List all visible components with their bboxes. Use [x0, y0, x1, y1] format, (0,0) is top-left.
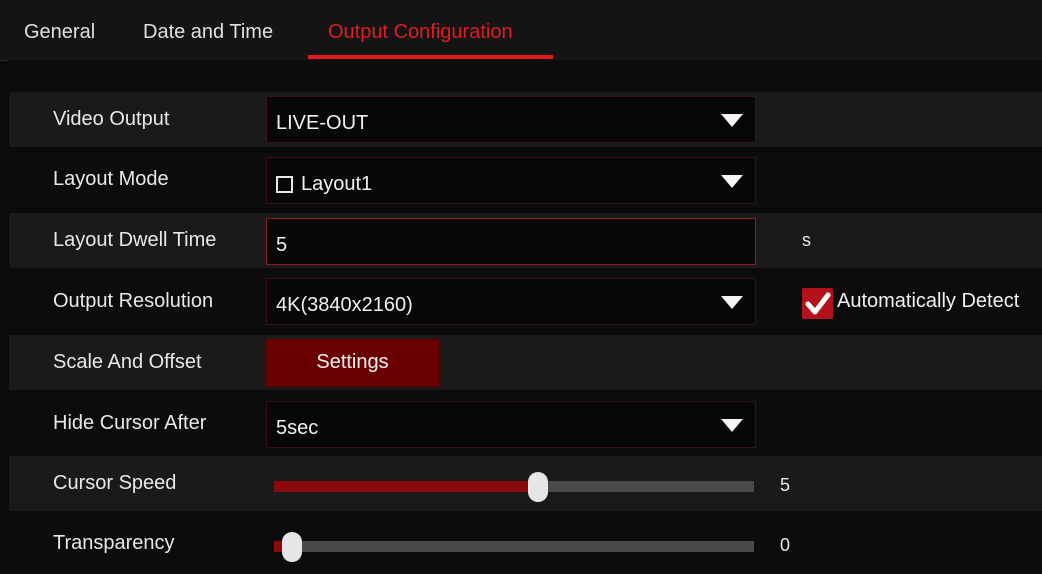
layout-dwell-time-unit: s [802, 230, 811, 250]
output-resolution-value: 4K(3840x2160) [276, 294, 413, 316]
hide-cursor-after-label: Hide Cursor After [53, 412, 207, 434]
layout-mode-select[interactable]: Layout1 [266, 157, 756, 204]
slider-thumb[interactable] [282, 532, 302, 562]
row-transparency: Transparency 0 [9, 516, 1042, 571]
row-cursor-speed: Cursor Speed 5 [9, 456, 1042, 511]
layout-mode-value-wrap: Layout1 [276, 158, 372, 205]
active-tab-indicator [308, 55, 553, 59]
output-resolution-select[interactable]: 4K(3840x2160) [266, 278, 756, 325]
output-resolution-label: Output Resolution [53, 290, 214, 312]
layout-dwell-time-input[interactable]: 5 [266, 218, 756, 265]
scale-and-offset-label: Scale And Offset [53, 351, 202, 373]
tab-bar: General Date and Time Output Configurati… [0, 0, 1042, 61]
slider-fill [274, 481, 538, 492]
layout-mode-label: Layout Mode [53, 168, 169, 190]
caret-down-icon [721, 419, 743, 432]
layout-mode-value: Layout1 [301, 173, 373, 195]
hide-cursor-after-value: 5sec [276, 417, 319, 439]
tab-output-configuration[interactable]: Output Configuration [328, 0, 513, 60]
cursor-speed-value: 5 [780, 475, 791, 495]
slider-track[interactable] [274, 541, 754, 552]
row-video-output: Video Output LIVE-OUT [9, 92, 1042, 147]
tab-general[interactable]: General [24, 0, 95, 60]
transparency-label: Transparency [53, 532, 175, 554]
video-output-label: Video Output [53, 108, 170, 130]
transparency-slider[interactable] [274, 516, 754, 571]
slider-fill [274, 541, 282, 552]
row-scale-and-offset: Scale And Offset Settings [9, 335, 1042, 390]
layout-dwell-time-label: Layout Dwell Time [53, 229, 217, 251]
auto-detect-label: Automatically Detect [837, 290, 1020, 312]
settings-button[interactable]: Settings [266, 339, 439, 387]
row-output-resolution: Output Resolution 4K(3840x2160) Automati… [9, 274, 1042, 329]
row-layout-dwell-time: Layout Dwell Time 5 s [9, 213, 1042, 268]
checkmark-icon [805, 292, 831, 315]
row-layout-mode: Layout Mode Layout1 [9, 152, 1042, 207]
checkbox-empty-icon[interactable] [276, 176, 293, 193]
cursor-speed-slider[interactable] [274, 456, 754, 511]
video-output-select[interactable]: LIVE-OUT [266, 96, 756, 143]
tab-date-and-time[interactable]: Date and Time [143, 0, 273, 60]
auto-detect-checkbox[interactable] [802, 288, 833, 319]
layout-dwell-time-value: 5 [276, 234, 288, 256]
caret-down-icon [721, 296, 743, 309]
cursor-speed-label: Cursor Speed [53, 472, 177, 494]
hide-cursor-after-select[interactable]: 5sec [266, 401, 756, 448]
caret-down-icon [721, 114, 743, 127]
transparency-value: 0 [780, 535, 791, 555]
slider-thumb[interactable] [528, 472, 548, 502]
caret-down-icon [721, 175, 743, 188]
video-output-value: LIVE-OUT [276, 112, 369, 134]
row-hide-cursor-after: Hide Cursor After 5sec [9, 396, 1042, 451]
